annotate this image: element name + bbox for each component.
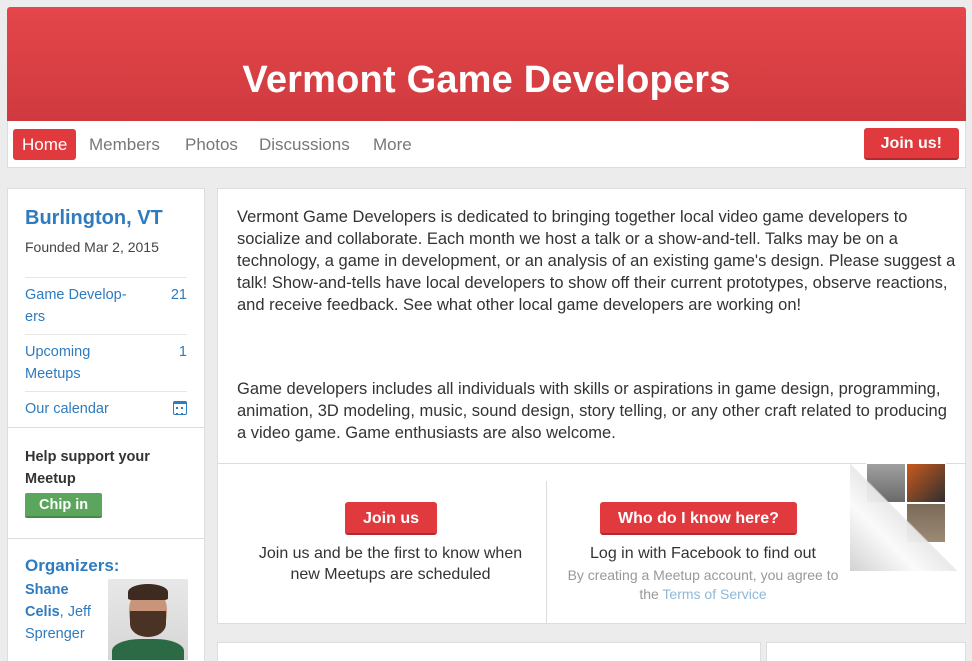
chip-in-button[interactable]: Chip in (25, 493, 103, 518)
sidebar-item-members[interactable]: Game Develop-ers 21 (25, 277, 187, 334)
tab-more[interactable]: More (364, 129, 421, 160)
description-paragraph: Game developers includes all individuals… (237, 380, 947, 442)
help-support-text: Help support your Meetup (25, 449, 150, 487)
join-us-button[interactable]: Join us! (863, 128, 959, 160)
group-banner: Vermont Game Developers (7, 7, 966, 121)
column-divider (546, 481, 547, 623)
sidebar: Burlington, VT Founded Mar 2, 2015 Game … (7, 188, 205, 661)
sidebar-divider (8, 538, 204, 539)
tab-home[interactable]: Home (13, 129, 77, 160)
upcoming-count: 1 (178, 344, 187, 360)
sidebar-item-calendar[interactable]: Our calendar (25, 391, 187, 427)
sidebar-divider (8, 427, 204, 428)
organizers-title: Organizers: (25, 556, 120, 575)
tab-members[interactable]: Members (80, 129, 169, 160)
member-photos-stack[interactable] (850, 463, 968, 571)
terms-notice: By creating a Meetup account, you agree … (558, 566, 848, 604)
member-count: 21 (170, 287, 187, 303)
lower-card-left (217, 642, 761, 661)
group-title[interactable]: Vermont Game Developers (7, 59, 966, 102)
sidebar-item-label: Our calendar (25, 401, 109, 417)
terms-of-service-link[interactable]: Terms of Service (662, 586, 766, 602)
sidebar-item-label: Game Develop-ers (25, 287, 127, 325)
join-cta-text: Join us and be the first to know when ne… (258, 545, 523, 583)
lower-card-right (766, 642, 966, 661)
facebook-login-text: Log in with Facebook to find out (590, 545, 816, 562)
join-us-cta-button[interactable]: Join us (345, 502, 438, 535)
tab-photos[interactable]: Photos (176, 129, 247, 160)
group-nav: Home Members Photos Discussions More Joi… (7, 121, 966, 168)
calendar-icon (173, 401, 187, 415)
who-do-i-know-button[interactable]: Who do I know here? (600, 502, 797, 535)
group-city[interactable]: Burlington, VT (25, 207, 163, 230)
sidebar-item-upcoming[interactable]: Upcoming Meetups 1 (25, 334, 187, 391)
description-paragraph: Vermont Game Developers is dedicated to … (237, 208, 956, 314)
organizer-list: Shane Celis, Jeff Sprenger (25, 579, 105, 645)
founded-date: Founded Mar 2, 2015 (25, 239, 159, 255)
organizer-avatar[interactable] (108, 579, 188, 660)
tab-discussions[interactable]: Discussions (250, 129, 359, 160)
member-photo (906, 463, 946, 503)
organizer-separator: , (59, 604, 64, 620)
sidebar-item-label: Upcoming Meetups (25, 344, 91, 382)
